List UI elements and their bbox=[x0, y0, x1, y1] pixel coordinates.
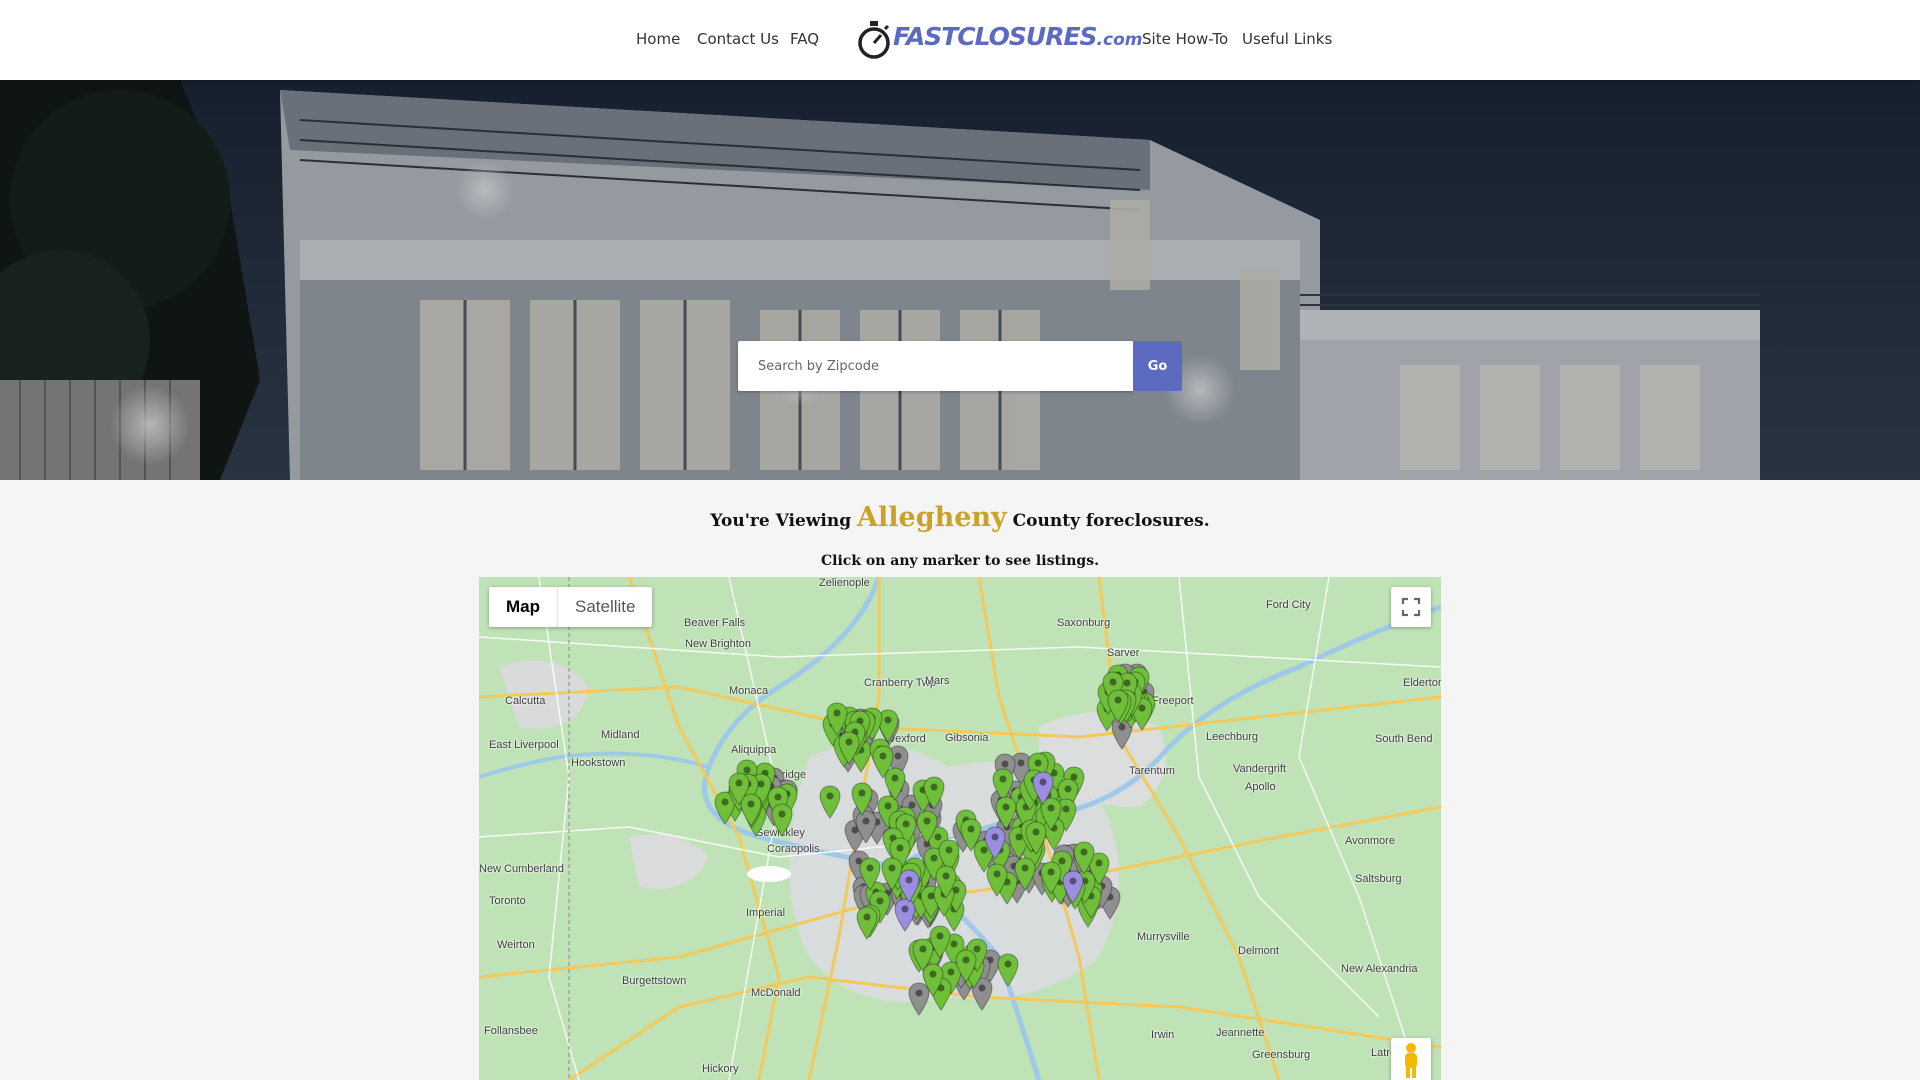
pegman-icon bbox=[1405, 1043, 1417, 1078]
nav-home-link[interactable]: Home bbox=[636, 30, 680, 48]
map-place-label: Mars bbox=[925, 675, 950, 687]
stopwatch-icon bbox=[858, 21, 890, 59]
map-type-control: Map Satellite bbox=[489, 587, 653, 627]
map-place-label: Burgettstown bbox=[622, 975, 687, 987]
site-header: Home Contact Us FAQ FASTCLOSURES.com Sit… bbox=[0, 0, 1920, 80]
map-place-label: Freeport bbox=[1152, 695, 1194, 707]
green-listing-marker[interactable] bbox=[819, 785, 841, 820]
map-place-label: New Cumberland bbox=[479, 863, 564, 875]
hero-banner: Go bbox=[0, 80, 1920, 480]
purple-listing-marker[interactable] bbox=[1062, 870, 1084, 904]
map-place-label: McDonald bbox=[751, 987, 801, 999]
green-listing-marker[interactable] bbox=[859, 857, 881, 892]
map-place-label: Vandergrift bbox=[1233, 763, 1286, 775]
go-button[interactable]: Go bbox=[1133, 341, 1182, 391]
green-listing-marker[interactable] bbox=[997, 953, 1019, 988]
map-place-label: Avonmore bbox=[1345, 835, 1395, 847]
green-listing-marker[interactable] bbox=[916, 810, 938, 844]
zipcode-search-input[interactable] bbox=[738, 341, 1133, 391]
county-heading: You're Viewing Allegheny County foreclos… bbox=[0, 502, 1920, 533]
logo-text: FASTCLOSURES.com bbox=[893, 22, 1142, 51]
map-place-label: Calcutta bbox=[505, 695, 546, 707]
map-place-label: Aliquippa bbox=[731, 744, 777, 756]
green-listing-marker[interactable] bbox=[995, 796, 1017, 830]
map-place-label: Saltsburg bbox=[1355, 873, 1402, 885]
map-place-label: Hickory bbox=[702, 1063, 739, 1075]
logo-suffix: .com bbox=[1096, 30, 1143, 50]
street-view-button[interactable] bbox=[1391, 1038, 1431, 1080]
green-listing-marker[interactable] bbox=[935, 865, 957, 899]
map-place-label: Elderton bbox=[1403, 677, 1441, 689]
map-place-label: Weirton bbox=[497, 939, 535, 951]
map-place-label: Hookstown bbox=[571, 757, 626, 769]
green-listing-marker[interactable] bbox=[1107, 689, 1129, 723]
map-place-label: Sarver bbox=[1107, 647, 1140, 659]
green-listing-marker[interactable] bbox=[960, 818, 982, 853]
county-heading-prefix: You're Viewing bbox=[710, 511, 852, 531]
map-view-button[interactable]: Map bbox=[489, 587, 558, 627]
map-place-label: Delmont bbox=[1238, 945, 1279, 957]
green-listing-marker[interactable] bbox=[851, 782, 873, 816]
map-place-label: Follansbee bbox=[484, 1025, 538, 1037]
map-place-label: Gibsonia bbox=[945, 732, 989, 744]
green-listing-marker[interactable] bbox=[1014, 857, 1036, 891]
map-place-label: Irwin bbox=[1151, 1029, 1175, 1041]
green-listing-marker[interactable] bbox=[838, 731, 860, 766]
map-place-label: Tarentum bbox=[1129, 765, 1175, 777]
listings-map[interactable]: Zelienople Beaver Falls New Brighton Cra… bbox=[479, 577, 1441, 1080]
map-hint: Click on any marker to see listings. bbox=[821, 553, 1099, 569]
map-place-label: Midland bbox=[601, 729, 640, 741]
logo-wordmark: FASTCLOSURES bbox=[893, 22, 1098, 51]
map-place-label: East Liverpool bbox=[489, 739, 559, 751]
map-place-label: Monaca bbox=[729, 685, 769, 697]
nav-faq-link[interactable]: FAQ bbox=[790, 30, 819, 48]
green-listing-marker[interactable] bbox=[922, 963, 944, 997]
nav-site-howto-link[interactable]: Site How-To bbox=[1142, 30, 1228, 48]
map-place-label: Jeannette bbox=[1216, 1027, 1265, 1039]
map-place-label: South Bend bbox=[1375, 733, 1433, 745]
green-listing-marker[interactable] bbox=[856, 906, 878, 940]
map-place-label: Zelienople bbox=[819, 577, 870, 589]
site-logo[interactable]: FASTCLOSURES.com bbox=[857, 18, 1142, 62]
map-place-label: New Alexandria bbox=[1341, 963, 1418, 975]
county-name: Allegheny bbox=[857, 502, 1007, 533]
green-listing-marker[interactable] bbox=[872, 745, 894, 780]
map-place-label: Imperial bbox=[746, 907, 786, 919]
purple-listing-marker[interactable] bbox=[983, 826, 1006, 860]
nav-useful-links-link[interactable]: Useful Links bbox=[1242, 30, 1332, 48]
map-place-label: Apollo bbox=[1245, 781, 1276, 793]
green-listing-marker[interactable] bbox=[929, 925, 951, 960]
green-listing-marker[interactable] bbox=[728, 772, 750, 806]
map-place-label: New Brighton bbox=[685, 638, 752, 650]
green-listing-marker[interactable] bbox=[771, 803, 793, 837]
zipcode-search: Go bbox=[738, 341, 1182, 391]
green-listing-marker[interactable] bbox=[955, 949, 977, 984]
map-place-label: Ford City bbox=[1266, 599, 1311, 611]
map-place-label: Coraopolis bbox=[767, 843, 820, 855]
map-place-label: Beaver Falls bbox=[684, 617, 746, 629]
fullscreen-icon bbox=[1401, 597, 1421, 617]
satellite-view-button[interactable]: Satellite bbox=[558, 587, 652, 627]
purple-listing-marker[interactable] bbox=[898, 869, 920, 903]
green-listing-marker[interactable] bbox=[986, 863, 1008, 898]
fullscreen-button[interactable] bbox=[1391, 587, 1431, 627]
map-place-label: Saxonburg bbox=[1057, 617, 1111, 629]
hero-house-image bbox=[0, 80, 1920, 480]
county-heading-suffix: County foreclosures. bbox=[1012, 511, 1210, 531]
purple-listing-marker[interactable] bbox=[1032, 771, 1054, 806]
green-listing-marker[interactable] bbox=[923, 776, 945, 810]
nav-contact-link[interactable]: Contact Us bbox=[697, 30, 779, 48]
map-place-label: Murrysville bbox=[1137, 931, 1190, 943]
map-place-label: Toronto bbox=[489, 895, 526, 907]
map-place-label: Leechburg bbox=[1206, 731, 1258, 743]
map-place-label: Greensburg bbox=[1252, 1049, 1311, 1061]
green-listing-marker[interactable] bbox=[1040, 861, 1062, 895]
